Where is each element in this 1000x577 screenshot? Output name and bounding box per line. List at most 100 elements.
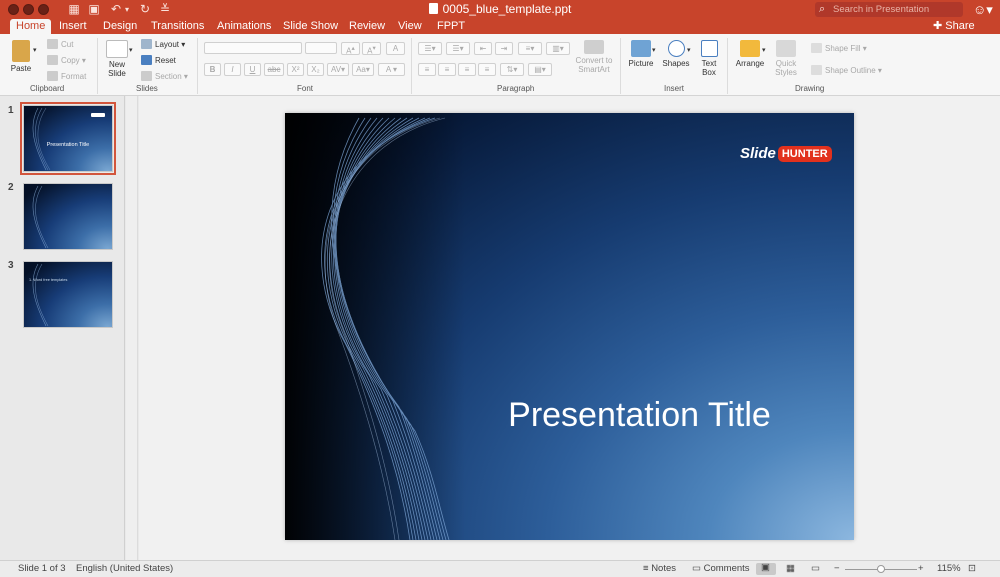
font-size-field[interactable] xyxy=(305,42,337,54)
bullets-button[interactable]: ☰▾ xyxy=(418,42,442,55)
align-right-button[interactable]: ≡ xyxy=(458,63,476,76)
arrange-icon xyxy=(740,40,760,57)
tab-transitions[interactable]: Transitions xyxy=(145,19,210,34)
decrease-indent-button[interactable]: ⇤ xyxy=(474,42,492,55)
shape-fill-label: Shape Fill xyxy=(825,44,861,53)
copy-icon xyxy=(47,55,58,65)
clear-formatting-button[interactable]: A xyxy=(386,42,405,55)
add-person-icon: ✚ xyxy=(933,20,946,32)
shape-fill-button[interactable]: Shape Fill ▾ xyxy=(811,43,867,53)
strikethrough-button[interactable]: abc xyxy=(264,63,284,76)
numbering-button[interactable]: ☰▾ xyxy=(446,42,470,55)
change-case-button[interactable]: Aa▾ xyxy=(352,63,374,76)
slide-editing-area: Slide HUNTER Presentation Title xyxy=(139,96,1000,560)
cut-label: Cut xyxy=(61,40,74,49)
drawing-group-label: Drawing xyxy=(795,84,825,93)
tab-animations[interactable]: Animations xyxy=(211,19,277,34)
increase-font-size-button[interactable]: A▴ xyxy=(341,42,360,56)
copy-button[interactable]: Copy ▾ xyxy=(47,55,86,65)
decrease-font-size-button[interactable]: A▾ xyxy=(362,42,381,56)
format-painter-button[interactable]: Format xyxy=(47,71,86,81)
tab-review[interactable]: Review xyxy=(343,19,391,34)
arrange-dropdown-icon[interactable]: ▾ xyxy=(762,46,766,54)
zoom-level[interactable]: 115% xyxy=(937,561,961,577)
columns-button[interactable]: ▥▾ xyxy=(546,42,570,55)
slide-counter: Slide 1 of 3 xyxy=(18,563,66,574)
layout-icon xyxy=(141,39,152,49)
convert-to-smartart-button[interactable]: Convert to SmartArt xyxy=(574,40,614,74)
subscript-button[interactable]: X₂ xyxy=(307,63,324,76)
zoom-in-button[interactable]: + xyxy=(918,561,924,577)
share-label: Share xyxy=(945,20,975,32)
tab-home[interactable]: Home xyxy=(10,19,52,34)
section-button[interactable]: Section ▾ xyxy=(141,71,188,81)
shapes-button[interactable]: Shapes xyxy=(661,40,691,68)
ribbon-separator xyxy=(620,38,621,94)
shapes-dropdown-icon[interactable]: ▾ xyxy=(687,46,691,54)
slide-thumbnail-2[interactable] xyxy=(23,183,113,250)
zoom-slider-knob[interactable] xyxy=(877,565,885,573)
align-center-button[interactable]: ≡ xyxy=(438,63,456,76)
pencil-icon xyxy=(811,65,822,75)
underline-button[interactable]: U xyxy=(244,63,261,76)
paste-button[interactable]: Paste xyxy=(7,40,35,73)
cut-button[interactable]: Cut xyxy=(47,39,73,49)
text-direction-button[interactable]: ⇅▾ xyxy=(500,63,524,76)
new-slide-button[interactable]: New Slide xyxy=(103,40,131,78)
shape-outline-button[interactable]: Shape Outline ▾ xyxy=(811,65,882,75)
tab-fppt[interactable]: FPPT xyxy=(431,19,471,34)
character-spacing-button[interactable]: AV▾ xyxy=(327,63,349,76)
zoom-out-button[interactable]: − xyxy=(834,561,840,577)
thumbnail-title: Presentation Title xyxy=(46,142,90,148)
search-input[interactable]: ⌕ Search in Presentation xyxy=(815,2,963,17)
increase-indent-button[interactable]: ⇥ xyxy=(495,42,513,55)
current-slide[interactable]: Slide HUNTER Presentation Title xyxy=(285,113,854,540)
align-left-button[interactable]: ≡ xyxy=(418,63,436,76)
new-slide-dropdown-icon[interactable]: ▾ xyxy=(129,46,133,54)
share-button[interactable]: ✚ Share xyxy=(933,19,975,34)
wave-lines-graphic xyxy=(285,113,465,540)
slide-sorter-button[interactable]: ▦ xyxy=(786,561,795,577)
font-name-field[interactable] xyxy=(204,42,302,54)
thumbnail-body-text: 1. Word free templates xyxy=(29,278,68,282)
slide-title[interactable]: Presentation Title xyxy=(285,396,854,435)
slide-thumbnail-1[interactable]: Presentation Title xyxy=(20,102,116,175)
paste-dropdown-icon[interactable]: ▾ xyxy=(33,46,37,54)
justify-button[interactable]: ≡ xyxy=(478,63,496,76)
new-slide-icon xyxy=(106,40,128,58)
picture-button[interactable]: Picture xyxy=(626,40,656,68)
tab-slide-show[interactable]: Slide Show xyxy=(277,19,344,34)
comments-button[interactable]: ▭ Comments xyxy=(692,561,750,577)
reset-button[interactable]: Reset xyxy=(141,55,176,65)
font-color-button[interactable]: A ▾ xyxy=(378,63,405,76)
superscript-button[interactable]: X² xyxy=(287,63,304,76)
thumbnail-scrollbar[interactable] xyxy=(126,96,138,560)
text-box-button[interactable]: Text Box xyxy=(696,40,722,77)
line-spacing-button[interactable]: ≡▾ xyxy=(518,42,542,55)
picture-icon xyxy=(631,40,651,57)
tab-view[interactable]: View xyxy=(392,19,428,34)
quick-styles-button[interactable]: Quick Styles xyxy=(770,40,802,77)
ribbon-separator xyxy=(727,38,728,94)
reading-view-button[interactable]: ▭ xyxy=(811,561,820,577)
feedback-smiley-icon[interactable]: ☺▾ xyxy=(973,2,995,17)
comments-label: Comments xyxy=(703,563,750,574)
arrange-label: Arrange xyxy=(735,59,765,68)
arrange-button[interactable]: Arrange xyxy=(733,40,767,68)
picture-dropdown-icon[interactable]: ▾ xyxy=(652,46,656,54)
document-title-text: 0005_blue_template.ppt xyxy=(442,2,572,16)
bold-button[interactable]: B xyxy=(204,63,221,76)
align-text-button[interactable]: ▤▾ xyxy=(528,63,552,76)
language-indicator[interactable]: English (United States) xyxy=(76,561,173,577)
layout-button[interactable]: Layout ▾ xyxy=(141,39,185,49)
ribbon-tabs: Home Insert Design Transitions Animation… xyxy=(0,19,1000,34)
slide-thumbnail-3[interactable]: 1. Word free templates xyxy=(23,261,113,328)
fit-to-window-icon[interactable]: ⊡ xyxy=(968,561,976,577)
insert-group-label: Insert xyxy=(664,84,685,93)
notes-button[interactable]: ≡ Notes xyxy=(643,561,676,577)
italic-button[interactable]: I xyxy=(224,63,241,76)
tab-design[interactable]: Design xyxy=(97,19,143,34)
tab-insert[interactable]: Insert xyxy=(53,19,93,34)
scissors-icon xyxy=(47,39,58,49)
logo-hunter-text: HUNTER xyxy=(777,146,832,162)
